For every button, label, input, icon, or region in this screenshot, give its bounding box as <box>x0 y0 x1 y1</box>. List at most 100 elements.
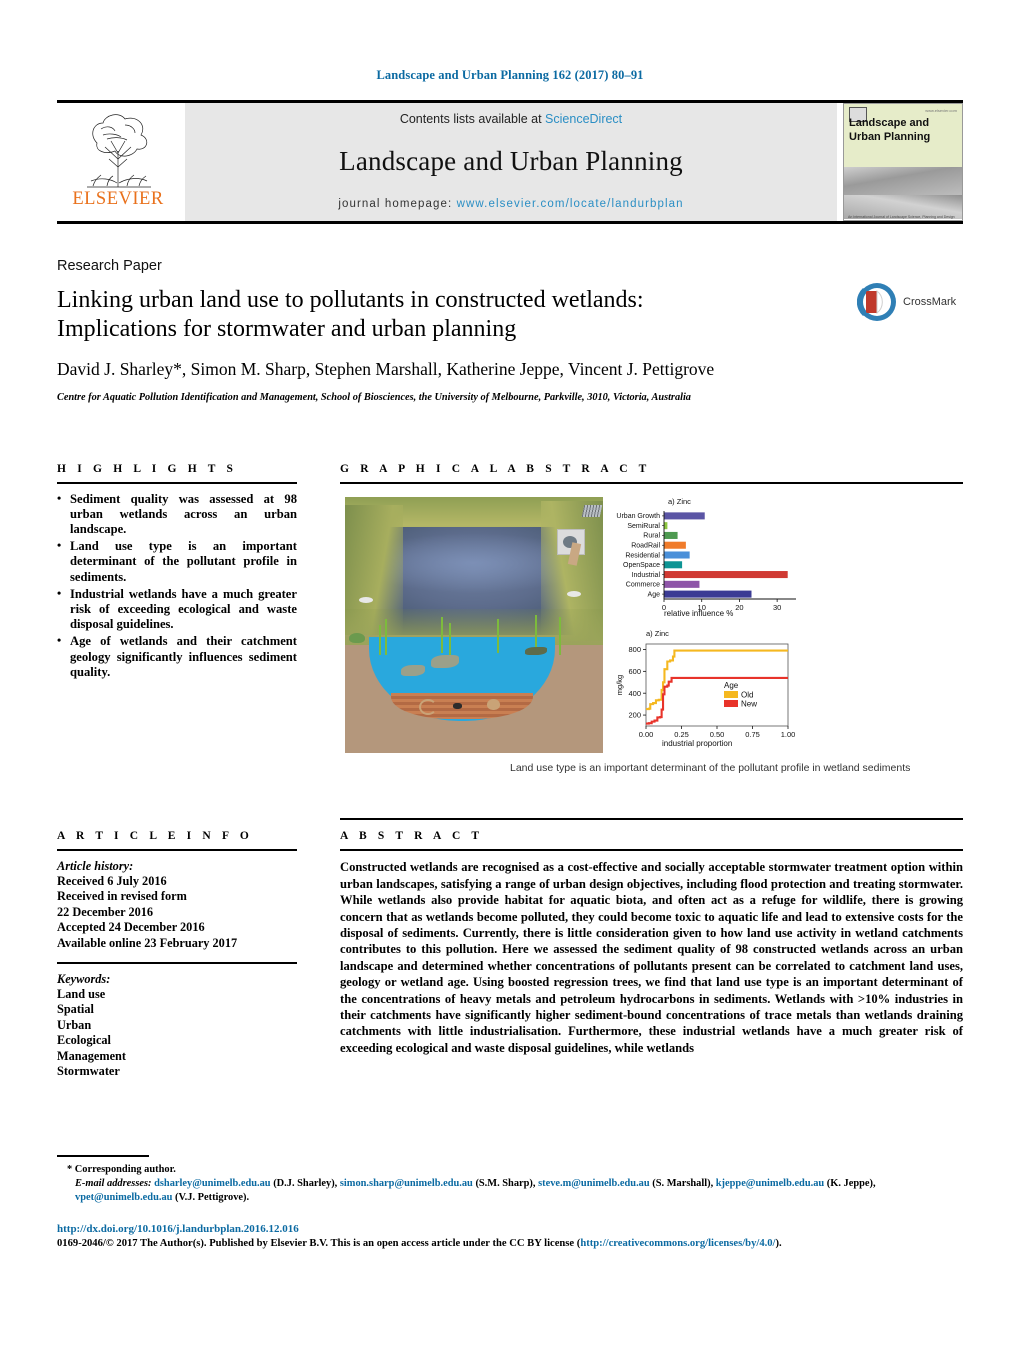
article-info-section: A R T I C L E I N F O Article history: R… <box>57 830 297 1079</box>
svg-text:Age: Age <box>724 681 739 690</box>
email-link[interactable]: kjeppe@unimelb.edu.au <box>716 1178 824 1189</box>
svg-text:0.25: 0.25 <box>674 730 689 739</box>
graphical-abstract-charts: a) Zinc Urban Growth SemiRural Rural RoadRa… <box>612 497 958 753</box>
homepage-label: journal homepage: <box>338 197 453 210</box>
graphical-abstract-heading: G R A P H I C A L A B S T R A C T <box>340 463 651 475</box>
chart-relative-influence: a) Zinc Urban Growth SemiRural Rural RoadRa… <box>612 497 802 623</box>
email-owner: (K. Jeppe) <box>826 1177 873 1189</box>
bar-chart-title: a) Zinc <box>668 496 691 506</box>
svg-text:New: New <box>741 699 757 708</box>
crossmark-label: CrossMark <box>903 296 957 308</box>
keyword-item: Urban <box>57 1017 92 1032</box>
svg-text:20: 20 <box>735 603 743 612</box>
svg-text:SemiRural: SemiRural <box>627 523 660 530</box>
corresponding-author-text: * Corresponding author. <box>67 1163 176 1175</box>
page-footer: * Corresponding author. E-mail addresses… <box>57 1155 963 1249</box>
email-link[interactable]: simon.sharp@unimelb.edu.au <box>340 1178 473 1189</box>
footnote-separator <box>57 1155 149 1157</box>
reed-stalk <box>441 616 443 653</box>
crossmark-badge[interactable]: CrossMark <box>857 280 963 324</box>
list-item: Land use type is an important determinan… <box>57 538 297 585</box>
list-item: Age of wetlands and their catchment geol… <box>57 633 297 680</box>
abstract-rule <box>340 849 963 852</box>
email-link[interactable]: dsharley@unimelb.edu.au <box>154 1178 270 1189</box>
svg-text:Old: Old <box>741 690 753 699</box>
svg-text:Rural: Rural <box>643 532 660 539</box>
keyword-item: Land use <box>57 987 106 1002</box>
svg-text:600: 600 <box>628 667 641 676</box>
fish-icon <box>431 654 459 668</box>
contents-line: Contents lists available at ScienceDirec… <box>400 112 622 126</box>
fish-icon <box>525 646 547 655</box>
cover-photo-top <box>844 167 962 196</box>
elsevier-tree-icon <box>87 113 151 187</box>
abstract-text: Constructed wetlands are recognised as a… <box>340 860 963 1055</box>
abstract-section: A B S T R A C T Constructed wetlands are… <box>340 830 963 1056</box>
dragonfly-icon <box>567 590 581 597</box>
svg-text:0.50: 0.50 <box>710 730 725 739</box>
email-owner: (D.J. Sharley) <box>273 1177 335 1189</box>
article-type: Research Paper <box>57 258 162 274</box>
paper-page: Landscape and Urban Planning 162 (2017) … <box>0 0 1020 1351</box>
keyword-item: Stormwater <box>57 1064 120 1079</box>
highlights-section: H I G H L I G H T S Sediment quality was… <box>57 463 297 682</box>
reed-stalk <box>379 624 381 655</box>
svg-text:Residential: Residential <box>625 552 660 559</box>
fish-icon <box>401 664 425 676</box>
homepage-url[interactable]: www.elsevier.com/locate/landurbplan <box>457 198 684 210</box>
license-link[interactable]: http://creativecommons.org/licenses/by/4… <box>580 1238 775 1249</box>
svg-text:200: 200 <box>628 710 641 719</box>
sciencedirect-link[interactable]: ScienceDirect <box>545 112 622 126</box>
history-item: Received in revised form <box>57 889 187 904</box>
svg-text:0.00: 0.00 <box>639 730 654 739</box>
contents-prefix: Contents lists available at <box>399 111 546 126</box>
svg-text:RoadRail: RoadRail <box>631 542 660 549</box>
wetland-illustration <box>345 496 603 753</box>
journal-homepage-line: journal homepage: www.elsevier.com/locat… <box>338 198 683 210</box>
doi-link[interactable]: http://dx.doi.org/10.1016/j.landurbplan.… <box>57 1223 963 1235</box>
svg-text:0.75: 0.75 <box>745 730 760 739</box>
author-list: David J. Sharley*, Simon M. Sharp, Steph… <box>57 359 715 379</box>
storm-drain-grate-icon <box>581 504 603 517</box>
snail-icon <box>487 698 500 710</box>
graphical-abstract-figure: a) Zinc Urban Growth SemiRural Rural RoadRa… <box>340 494 963 794</box>
worm-icon <box>419 698 437 715</box>
reed-stalk <box>385 618 387 655</box>
history-item: Accepted 24 December 2016 <box>57 920 205 935</box>
highlights-heading: H I G H L I G H T S <box>57 463 238 475</box>
history-item: 22 December 2016 <box>57 904 154 919</box>
line-chart-xlabel: industrial proportion <box>662 738 733 748</box>
cover-title: Landscape and Urban Planning <box>849 116 931 143</box>
email-owner: (S.M. Sharp) <box>475 1177 533 1189</box>
history-item: Received 6 July 2016 <box>57 874 167 888</box>
list-item: Sediment quality was assessed at 98 urba… <box>57 491 297 538</box>
highlights-list: Sediment quality was assessed at 98 urba… <box>57 491 297 680</box>
keywords-label: Keywords: <box>57 971 111 986</box>
graphical-abstract-caption: Land use type is an important determinan… <box>510 761 911 774</box>
reed-stalk <box>559 616 561 655</box>
keyword-item: Management <box>57 1048 126 1063</box>
svg-text:Commerce: Commerce <box>626 581 660 588</box>
svg-text:Urban Growth: Urban Growth <box>616 513 660 520</box>
email-addresses-label: E-mail addresses: <box>75 1177 152 1189</box>
copyright-text: 0169-2046/© 2017 The Author(s). Publishe… <box>57 1237 581 1249</box>
svg-text:400: 400 <box>628 688 641 697</box>
corresponding-author-note: * Corresponding author. E-mail addresses… <box>57 1163 963 1205</box>
email-link[interactable]: vpet@unimelb.edu.au <box>75 1192 172 1203</box>
email-owner: (V.J. Pettigrove) <box>175 1191 247 1203</box>
keyword-item: Spatial <box>57 1002 94 1017</box>
affiliation: Centre for Aquatic Pollution Identificat… <box>57 392 691 403</box>
bar-chart-svg: Urban Growth SemiRural Rural RoadRail Reside… <box>616 510 796 612</box>
copyright-line: 0169-2046/© 2017 The Author(s). Publishe… <box>57 1238 963 1249</box>
article-history: Article history: Received 6 July 2016 Re… <box>57 859 297 951</box>
svg-text:800: 800 <box>628 645 641 654</box>
crossmark-icon <box>857 283 896 321</box>
email-link[interactable]: steve.m@unimelb.edu.au <box>538 1178 650 1189</box>
svg-text:Age: Age <box>648 591 661 598</box>
svg-text:Industrial: Industrial <box>632 571 661 578</box>
page-title: Linking urban land use to pollutants in … <box>57 287 644 342</box>
article-info-heading: A R T I C L E I N F O <box>57 830 253 842</box>
keywords-block: Keywords: Land use Spatial Urban Ecologi… <box>57 972 297 1080</box>
masthead-center: Contents lists available at ScienceDirec… <box>185 102 837 221</box>
graphical-abstract-bottom-rule <box>340 817 963 821</box>
